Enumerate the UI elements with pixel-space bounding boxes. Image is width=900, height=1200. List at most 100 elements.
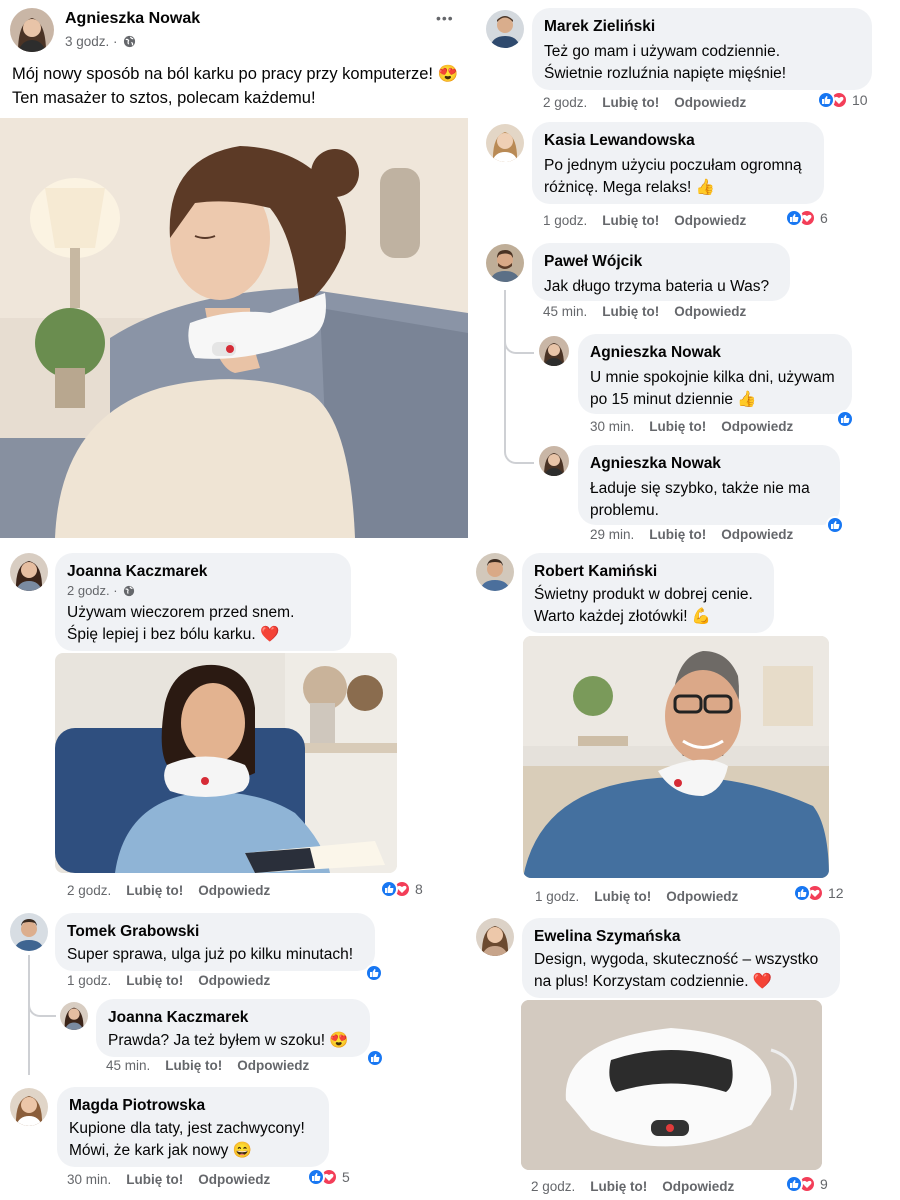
comment-time-top[interactable]: 2 godz. · bbox=[67, 583, 118, 598]
commenter-avatar-agnieszka[interactable] bbox=[539, 336, 569, 366]
like-button[interactable]: Lubię to! bbox=[602, 95, 659, 110]
comment-actions: 2 godz. Lubię to! Odpowiedz bbox=[531, 1179, 749, 1194]
reactions[interactable]: 6 bbox=[785, 209, 828, 227]
comment-author[interactable]: Agnieszka Nowak bbox=[590, 454, 828, 474]
comment-author[interactable]: Ewelina Szymańska bbox=[534, 927, 828, 947]
commenter-avatar-tomek[interactable] bbox=[10, 913, 48, 951]
commenter-avatar-joanna[interactable] bbox=[10, 553, 48, 591]
post-author-name[interactable]: Agnieszka Nowak bbox=[65, 10, 200, 28]
reply-thread-branch bbox=[504, 440, 534, 464]
comment-author[interactable]: Robert Kamiński bbox=[534, 562, 762, 582]
reactions[interactable] bbox=[365, 964, 383, 982]
comment-time[interactable]: 29 min. bbox=[590, 527, 634, 542]
comment-tomek: Tomek Grabowski Super sprawa, ulga już p… bbox=[55, 913, 375, 971]
commenter-avatar-kasia[interactable] bbox=[486, 124, 524, 162]
comment-text: U mnie spokojnie kilka dni, używam bbox=[590, 369, 835, 386]
reactions[interactable]: 8 bbox=[380, 880, 423, 898]
reactions[interactable]: 10 bbox=[817, 91, 868, 109]
reply-button[interactable]: Odpowiedz bbox=[198, 1172, 270, 1187]
commenter-avatar-ewelina[interactable] bbox=[476, 918, 514, 956]
comment-photo-joanna[interactable] bbox=[55, 653, 397, 873]
comment-author[interactable]: Paweł Wójcik bbox=[544, 252, 778, 272]
like-reaction-icon bbox=[836, 410, 854, 428]
like-button[interactable]: Lubię to! bbox=[126, 883, 183, 898]
reactions[interactable]: 12 bbox=[793, 884, 844, 902]
comment-kasia: Kasia Lewandowska Po jednym użyciu poczu… bbox=[532, 122, 824, 204]
reactions[interactable] bbox=[836, 410, 854, 428]
comment-author[interactable]: Joanna Kaczmarek bbox=[67, 562, 339, 582]
comment-author[interactable]: Tomek Grabowski bbox=[67, 922, 363, 942]
reactions[interactable] bbox=[366, 1049, 384, 1067]
reply-button[interactable]: Odpowiedz bbox=[721, 419, 793, 434]
commenter-avatar-magda[interactable] bbox=[10, 1088, 48, 1126]
reply-thread-line bbox=[504, 290, 506, 450]
comment-time[interactable]: 1 godz. bbox=[535, 889, 579, 904]
reply-button[interactable]: Odpowiedz bbox=[666, 889, 738, 904]
post-text: Mój nowy sposób na ból karku po pracy pr… bbox=[12, 62, 458, 110]
comment-time[interactable]: 2 godz. bbox=[67, 883, 111, 898]
comment-magda: Magda Piotrowska Kupione dla taty, jest … bbox=[57, 1087, 329, 1167]
comment-text: Super sprawa, ulga już po kilku minutach… bbox=[67, 946, 354, 963]
like-button[interactable]: Lubię to! bbox=[165, 1058, 222, 1073]
like-reaction-icon bbox=[793, 884, 811, 902]
reactions[interactable]: 5 bbox=[307, 1168, 350, 1186]
commenter-avatar-agnieszka[interactable] bbox=[539, 446, 569, 476]
like-button[interactable]: Lubię to! bbox=[649, 419, 706, 434]
commenter-avatar-marek[interactable] bbox=[486, 10, 524, 48]
like-button[interactable]: Lubię to! bbox=[590, 1179, 647, 1194]
comment-author[interactable]: Agnieszka Nowak bbox=[590, 343, 840, 363]
commenter-avatar-joanna[interactable] bbox=[60, 1002, 88, 1030]
reply-button[interactable]: Odpowiedz bbox=[674, 304, 746, 319]
comment-pawel: Paweł Wójcik Jak długo trzyma bateria u … bbox=[532, 243, 790, 301]
post-time[interactable]: 3 godz. · bbox=[65, 34, 118, 49]
comment-time[interactable]: 1 godz. bbox=[67, 973, 111, 988]
reaction-count: 5 bbox=[342, 1169, 350, 1185]
like-button[interactable]: Lubię to! bbox=[649, 527, 706, 542]
comment-time[interactable]: 2 godz. bbox=[531, 1179, 575, 1194]
comment-time[interactable]: 45 min. bbox=[543, 304, 587, 319]
comment-time[interactable]: 45 min. bbox=[106, 1058, 150, 1073]
more-options-icon[interactable]: ••• bbox=[436, 10, 454, 26]
reactions[interactable]: 9 bbox=[785, 1175, 828, 1193]
comment-time[interactable]: 30 min. bbox=[590, 419, 634, 434]
reply-button[interactable]: Odpowiedz bbox=[662, 1179, 734, 1194]
reply-button[interactable]: Odpowiedz bbox=[237, 1058, 309, 1073]
comment-author[interactable]: Joanna Kaczmarek bbox=[108, 1008, 358, 1028]
like-button[interactable]: Lubię to! bbox=[126, 973, 183, 988]
reply-agnieszka-1: Agnieszka Nowak U mnie spokojnie kilka d… bbox=[578, 334, 852, 414]
comment-photo-robert[interactable] bbox=[523, 636, 829, 878]
like-reaction-icon bbox=[785, 1175, 803, 1193]
reply-button[interactable]: Odpowiedz bbox=[721, 527, 793, 542]
like-button[interactable]: Lubię to! bbox=[126, 1172, 183, 1187]
reactions[interactable] bbox=[826, 516, 844, 534]
reply-button[interactable]: Odpowiedz bbox=[674, 213, 746, 228]
comment-author[interactable]: Kasia Lewandowska bbox=[544, 131, 812, 151]
reply-thread-line bbox=[28, 955, 30, 1075]
comment-actions: 1 godz. Lubię to! Odpowiedz bbox=[535, 889, 753, 904]
comment-text: Jak długo trzyma bateria u Was? bbox=[544, 278, 770, 295]
reply-button[interactable]: Odpowiedz bbox=[198, 883, 270, 898]
reply-button[interactable]: Odpowiedz bbox=[198, 973, 270, 988]
comment-time[interactable]: 2 godz. bbox=[543, 95, 587, 110]
comment-text: Też go mam i używam codziennie. bbox=[544, 43, 781, 60]
like-button[interactable]: Lubię to! bbox=[602, 213, 659, 228]
reply-button[interactable]: Odpowiedz bbox=[674, 95, 746, 110]
commenter-avatar-pawel[interactable] bbox=[486, 244, 524, 282]
comment-time[interactable]: 1 godz. bbox=[543, 213, 587, 228]
like-button[interactable]: Lubię to! bbox=[602, 304, 659, 319]
like-reaction-icon bbox=[785, 209, 803, 227]
comment-actions: 45 min. Lubię to! Odpowiedz bbox=[106, 1058, 324, 1073]
post-photo[interactable] bbox=[0, 118, 468, 538]
commenter-avatar-robert[interactable] bbox=[476, 553, 514, 591]
comment-joanna: Joanna Kaczmarek 2 godz. · Używam wieczo… bbox=[55, 553, 351, 651]
like-button[interactable]: Lubię to! bbox=[594, 889, 651, 904]
reply-thread-branch bbox=[28, 995, 56, 1017]
comment-time[interactable]: 30 min. bbox=[67, 1172, 111, 1187]
like-reaction-icon bbox=[380, 880, 398, 898]
globe-icon bbox=[123, 585, 134, 596]
comment-photo-ewelina[interactable] bbox=[521, 1000, 822, 1170]
post-author-avatar[interactable] bbox=[10, 8, 54, 52]
comment-author[interactable]: Marek Zieliński bbox=[544, 17, 860, 37]
comment-author[interactable]: Magda Piotrowska bbox=[69, 1096, 317, 1116]
comment-robert: Robert Kamiński Świetny produkt w dobrej… bbox=[522, 553, 774, 633]
